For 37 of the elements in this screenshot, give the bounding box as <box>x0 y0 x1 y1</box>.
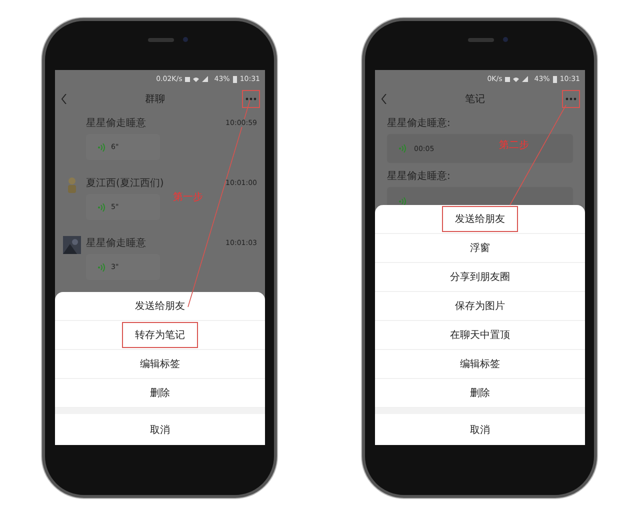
menu-item[interactable]: 在聊天中置顶 <box>437 322 523 348</box>
menu-item[interactable]: 删除 <box>137 380 183 406</box>
sender-name: 星星偷走睡意 <box>86 116 146 130</box>
camera-icon <box>503 37 508 42</box>
voice-icon <box>98 202 105 212</box>
voice-icon <box>98 142 105 152</box>
battery-icon <box>232 76 237 82</box>
more-icon[interactable] <box>243 91 259 107</box>
menu-item[interactable]: 删除 <box>457 380 503 406</box>
menu-item[interactable]: 浮窗 <box>457 235 503 261</box>
speaker-icon <box>468 38 494 42</box>
menu-item[interactable]: 保存为图片 <box>442 293 518 319</box>
screen-title: 群聊 <box>145 93 165 106</box>
sender-name: 星星偷走睡意 <box>86 236 146 250</box>
step-label: 第一步 <box>173 190 203 204</box>
cancel-button[interactable]: 取消 <box>375 414 585 445</box>
voice-icon <box>399 197 406 206</box>
note-heading: 星星偷走睡意: <box>386 170 452 184</box>
voice-icon <box>399 144 406 153</box>
speaker-icon <box>148 38 174 42</box>
note-heading: 星星偷走睡意: <box>386 116 452 131</box>
screen-title: 笔记 <box>465 93 485 106</box>
cancel-button[interactable]: 取消 <box>55 414 265 445</box>
step-label: 第二步 <box>499 138 529 152</box>
menu-item[interactable]: 转存为笔记 <box>122 322 198 348</box>
menu-item[interactable]: 分享到朋友圈 <box>437 264 523 290</box>
more-icon[interactable] <box>563 91 579 107</box>
back-icon[interactable] <box>381 94 387 104</box>
sender-name: 夏江西(夏江西们) <box>86 177 164 190</box>
menu-item[interactable]: 编辑标签 <box>447 351 513 377</box>
menu-item[interactable]: 编辑标签 <box>127 351 193 377</box>
battery-icon <box>552 76 557 82</box>
back-icon[interactable] <box>61 94 67 104</box>
voice-icon <box>98 262 105 272</box>
menu-item[interactable]: 发送给朋友 <box>122 293 198 319</box>
camera-icon <box>183 37 188 42</box>
menu-item[interactable]: 发送给朋友 <box>442 206 518 232</box>
